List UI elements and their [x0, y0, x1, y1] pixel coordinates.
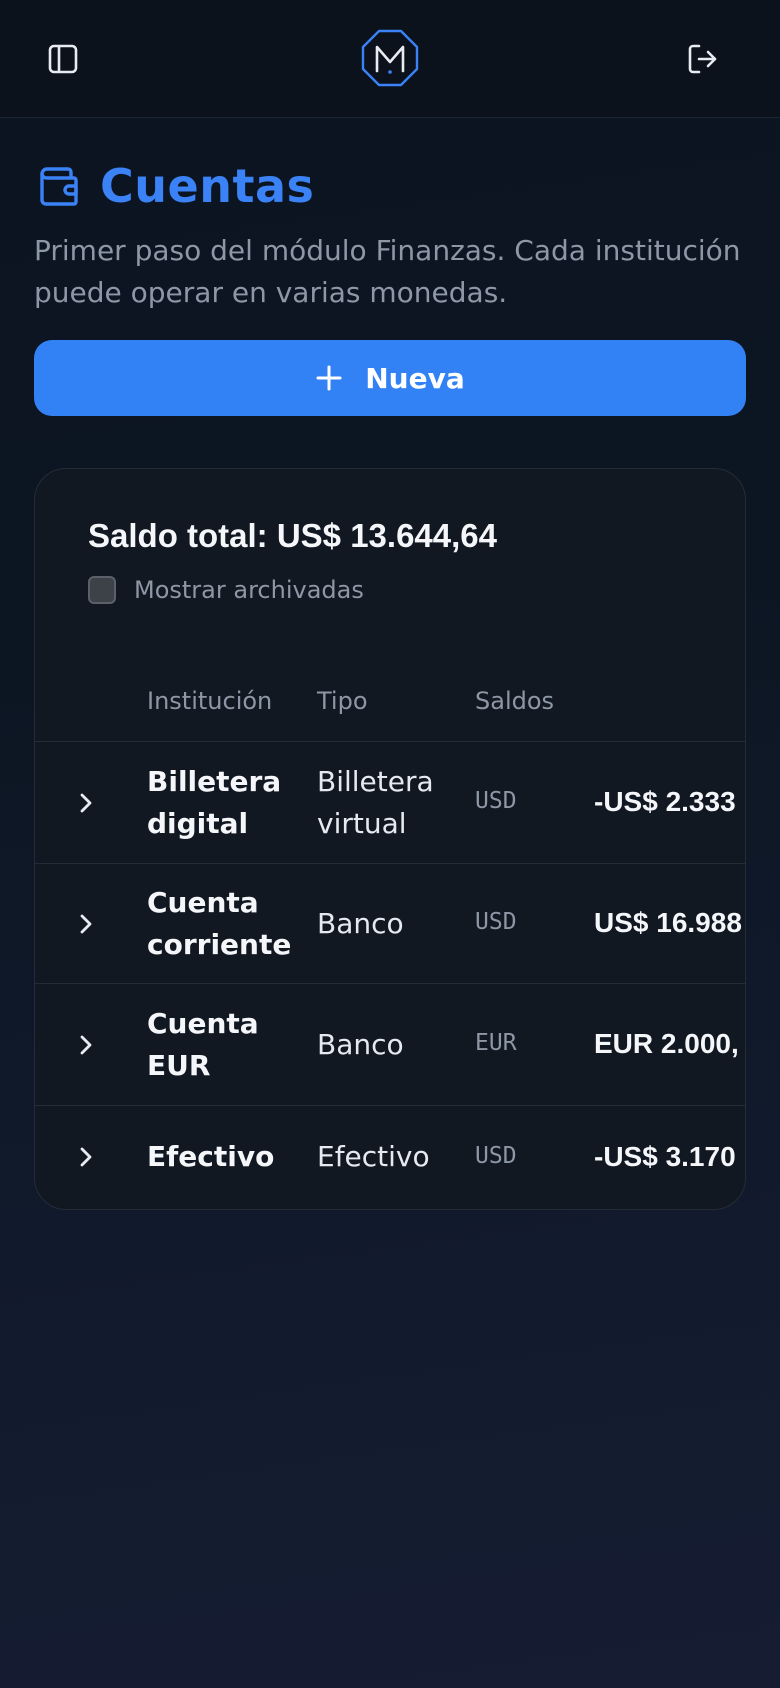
- page-subtitle: Primer paso del módulo Finanzas. Cada in…: [34, 234, 741, 309]
- chevron-right-icon[interactable]: [71, 909, 101, 939]
- chevron-right-icon[interactable]: [71, 1142, 101, 1172]
- table-row[interactable]: Efectivo Efectivo USD -US$ 3.170: [35, 1105, 745, 1209]
- table-row[interactable]: Cuenta corriente Banco USD US$ 16.988: [35, 863, 745, 983]
- new-button-label: Nueva: [365, 361, 465, 395]
- top-bar: [0, 0, 780, 118]
- cell-amount: EUR 2.000,: [594, 1028, 739, 1059]
- cell-type: Billetera virtual: [317, 765, 434, 840]
- wallet-icon: [40, 167, 78, 206]
- cell-amount: -US$ 2.333: [594, 786, 736, 817]
- cell-institution: Cuenta EUR: [147, 1007, 259, 1082]
- logout-button[interactable]: [675, 31, 731, 87]
- cell-currency: USD: [475, 1143, 517, 1169]
- cell-type: Efectivo: [317, 1140, 430, 1173]
- cell-institution: Efectivo: [147, 1140, 275, 1173]
- total-balance: Saldo total: US$ 13.644,64: [88, 517, 498, 554]
- accounts-card: Saldo total: US$ 13.644,64 Mostrar archi…: [34, 468, 746, 1210]
- chevron-right-icon[interactable]: [71, 1030, 101, 1060]
- octagon-m-logo: [361, 29, 419, 87]
- cell-type: Banco: [317, 1028, 404, 1061]
- column-header-institution: Institución: [147, 687, 273, 715]
- column-header-type: Tipo: [317, 687, 368, 715]
- page-header: Cuentas: [34, 156, 314, 216]
- sidebar-panel-icon: [48, 44, 78, 74]
- cell-amount: US$ 16.988: [594, 907, 742, 938]
- show-archived-option[interactable]: Mostrar archivadas: [88, 575, 364, 605]
- new-account-button[interactable]: Nueva: [34, 340, 746, 416]
- cell-amount: -US$ 3.170: [594, 1141, 736, 1172]
- logout-icon: [688, 44, 717, 74]
- column-header-balances: Saldos: [475, 687, 555, 715]
- table-row[interactable]: Billetera digital Billetera virtual USD …: [35, 741, 745, 863]
- chevron-right-icon[interactable]: [71, 788, 101, 818]
- cell-institution: Cuenta corriente: [147, 886, 292, 961]
- table-row[interactable]: Cuenta EUR Banco EUR EUR 2.000,: [35, 983, 745, 1105]
- cell-currency: USD: [475, 909, 517, 935]
- cell-type: Banco: [317, 907, 404, 940]
- show-archived-label: Mostrar archivadas: [134, 576, 364, 604]
- sidebar-toggle-button[interactable]: [35, 31, 91, 87]
- cell-currency: USD: [475, 788, 517, 814]
- show-archived-checkbox[interactable]: [88, 576, 116, 604]
- page-title: Cuentas: [100, 159, 315, 213]
- cell-institution: Billetera digital: [147, 765, 282, 840]
- plus-icon: [316, 365, 342, 391]
- cell-currency: EUR: [475, 1030, 517, 1056]
